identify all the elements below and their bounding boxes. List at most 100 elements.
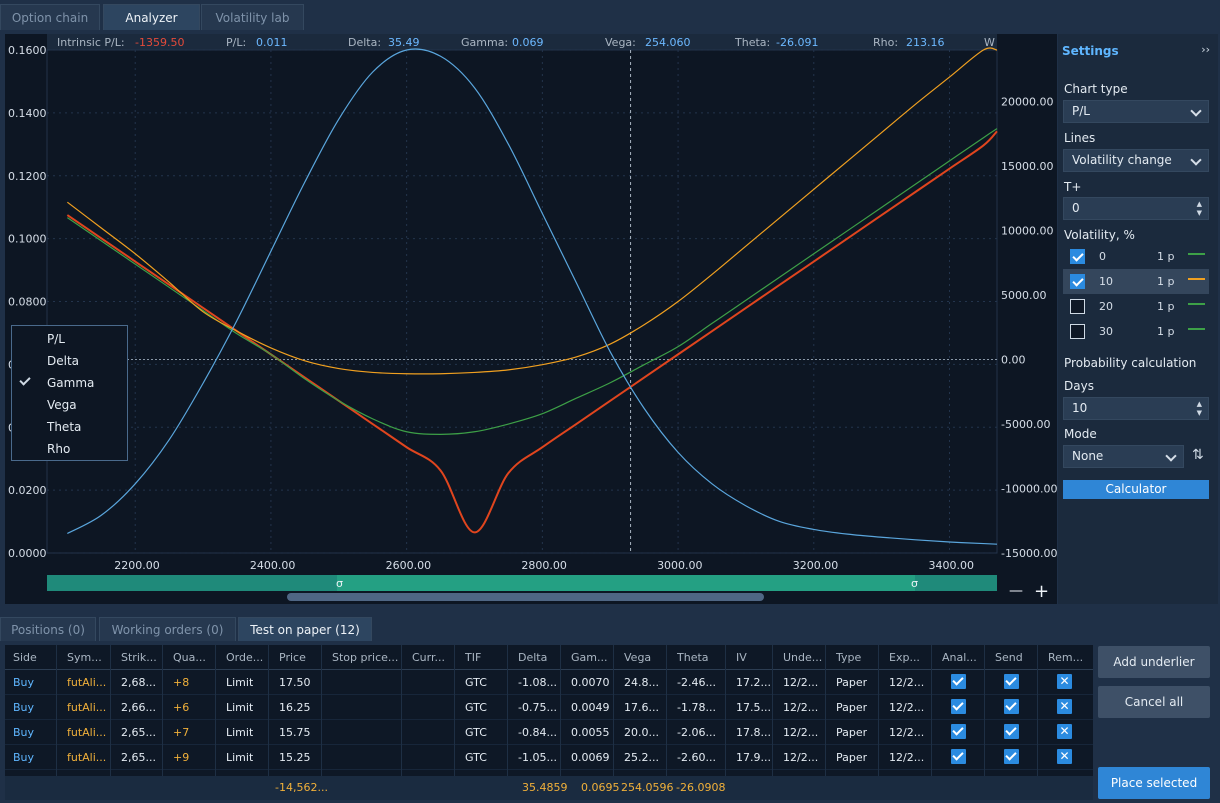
lines-select[interactable]: Volatility change (1063, 149, 1209, 172)
table-cell[interactable]: 2,68... (121, 676, 156, 689)
column-divider[interactable] (825, 645, 826, 776)
column-divider[interactable] (321, 645, 322, 776)
analyzer-chart-panel[interactable]: Intrinsic P/L: -1359.50 P/L: 0.011 Delta… (5, 34, 1057, 604)
table-cell[interactable]: +6 (173, 701, 189, 714)
column-divider[interactable] (560, 645, 561, 776)
column-divider[interactable] (268, 645, 269, 776)
table-cell[interactable]: Buy (13, 751, 34, 764)
table-cell[interactable]: Limit (226, 751, 253, 764)
column-header[interactable]: Strik... (121, 651, 157, 664)
remove-icon[interactable]: ✕ (1057, 699, 1072, 714)
pl-chart[interactable]: Intrinsic P/L: -1359.50 P/L: 0.011 Delta… (5, 34, 1057, 604)
menu-item-delta[interactable]: Delta (47, 354, 79, 368)
table-cell[interactable]: 15.25 (279, 751, 311, 764)
tab-analyzer[interactable]: Analyzer (103, 4, 200, 30)
table-cell[interactable]: GTC (465, 751, 487, 764)
place-selected-button[interactable]: Place selected (1098, 767, 1210, 799)
remove-icon[interactable]: ✕ (1057, 674, 1072, 689)
table-cell[interactable]: 16.25 (279, 701, 311, 714)
table-cell[interactable]: 2,66... (121, 701, 156, 714)
line-color-swatch[interactable] (1188, 328, 1205, 330)
column-divider[interactable] (725, 645, 726, 776)
menu-item-gamma[interactable]: Gamma (47, 376, 94, 390)
column-divider[interactable] (162, 645, 163, 776)
row-checkbox[interactable] (1004, 749, 1019, 764)
days-stepper[interactable]: 10 ▲ ▼ (1063, 397, 1209, 420)
tab-option-chain[interactable]: Option chain (0, 4, 100, 30)
row-checkbox[interactable] (1004, 674, 1019, 689)
row-checkbox[interactable] (951, 699, 966, 714)
tab-working-orders[interactable]: Working orders (0) (99, 617, 236, 641)
calculator-button[interactable]: Calculator (1063, 480, 1209, 499)
stepper-up-icon[interactable]: ▲ (1197, 401, 1202, 408)
column-divider[interactable] (878, 645, 879, 776)
column-divider[interactable] (666, 645, 667, 776)
column-header[interactable]: Qua... (173, 651, 206, 664)
table-cell[interactable]: Limit (226, 676, 253, 689)
table-cell[interactable]: Limit (226, 701, 253, 714)
table-row[interactable]: Buy futAli... 2,68... +8 Limit 17.50 GTC -1.08.… (5, 670, 1093, 695)
column-header[interactable]: Rem... (1048, 651, 1083, 664)
cancel-all-button[interactable]: Cancel all (1098, 686, 1210, 718)
vol-checkbox[interactable] (1070, 299, 1085, 314)
vol-row-20[interactable]: 20 1 p (1063, 294, 1209, 319)
column-divider[interactable] (454, 645, 455, 776)
table-cell[interactable]: Buy (13, 701, 34, 714)
table-cell[interactable]: 17.50 (279, 676, 311, 689)
column-header[interactable]: Orde... (226, 651, 263, 664)
panel-splitter[interactable] (0, 606, 1220, 614)
column-divider[interactable] (931, 645, 932, 776)
menu-item-theta[interactable]: Theta (47, 420, 81, 434)
vol-row-10[interactable]: 10 1 p (1063, 269, 1209, 294)
row-checkbox[interactable] (1004, 699, 1019, 714)
menu-item-vega[interactable]: Vega (47, 398, 77, 412)
column-header[interactable]: Stop price... (332, 651, 398, 664)
column-divider[interactable] (613, 645, 614, 776)
table-cell[interactable]: +8 (173, 676, 189, 689)
table-row[interactable]: Buy futAli... 2,65... +9 Limit 15.25 GTC -1.05.… (5, 745, 1093, 770)
refresh-icon[interactable]: ⇅ (1192, 447, 1204, 463)
zoom-out-button[interactable]: — (1009, 583, 1023, 599)
column-header[interactable]: Sym... (67, 651, 102, 664)
column-header[interactable]: Gam... (571, 651, 607, 664)
remove-icon[interactable]: ✕ (1057, 724, 1072, 739)
vol-row-30[interactable]: 30 1 p (1063, 319, 1209, 339)
table-cell[interactable]: +9 (173, 751, 189, 764)
column-header[interactable]: Anal... (942, 651, 977, 664)
table-cell[interactable]: Buy (13, 726, 34, 739)
row-checkbox[interactable] (951, 674, 966, 689)
column-divider[interactable] (507, 645, 508, 776)
tab-volatility-lab[interactable]: Volatility lab (201, 4, 304, 30)
collapse-icon[interactable]: ›› (1201, 43, 1210, 56)
stepper-down-icon[interactable]: ▼ (1197, 410, 1202, 417)
column-divider[interactable] (215, 645, 216, 776)
table-row[interactable]: Buy futAli... 2,65... +7 Limit 15.75 GTC -0.84.… (5, 720, 1093, 745)
column-header[interactable]: TIF (465, 651, 481, 664)
table-cell[interactable]: GTC (465, 701, 487, 714)
column-header[interactable]: Side (13, 651, 37, 664)
column-header[interactable]: Exp... (889, 651, 920, 664)
mode-select[interactable]: None (1063, 445, 1184, 468)
column-header[interactable]: IV (736, 651, 747, 664)
column-header[interactable]: Type (836, 651, 861, 664)
column-header[interactable]: Price (279, 651, 306, 664)
column-header[interactable]: Curr... (412, 651, 445, 664)
table-cell[interactable]: Limit (226, 726, 253, 739)
column-header[interactable]: Vega (624, 651, 651, 664)
column-divider[interactable] (56, 645, 57, 776)
table-cell[interactable]: 2,65... (121, 751, 156, 764)
table-cell[interactable]: futAli... (67, 676, 106, 689)
stepper-up-icon[interactable]: ▲ (1197, 201, 1202, 208)
column-header[interactable]: Unde... (783, 651, 822, 664)
menu-item-pl[interactable]: P/L (47, 332, 65, 346)
table-cell[interactable]: futAli... (67, 751, 106, 764)
table-cell[interactable]: +7 (173, 726, 189, 739)
chart-type-select[interactable]: P/L (1063, 100, 1209, 123)
table-cell[interactable]: futAli... (67, 701, 106, 714)
tab-positions[interactable]: Positions (0) (0, 617, 96, 641)
column-header[interactable]: Delta (518, 651, 547, 664)
column-header[interactable]: Send (995, 651, 1023, 664)
menu-item-rho[interactable]: Rho (47, 442, 70, 456)
row-checkbox[interactable] (1004, 724, 1019, 739)
table-cell[interactable]: 15.75 (279, 726, 311, 739)
